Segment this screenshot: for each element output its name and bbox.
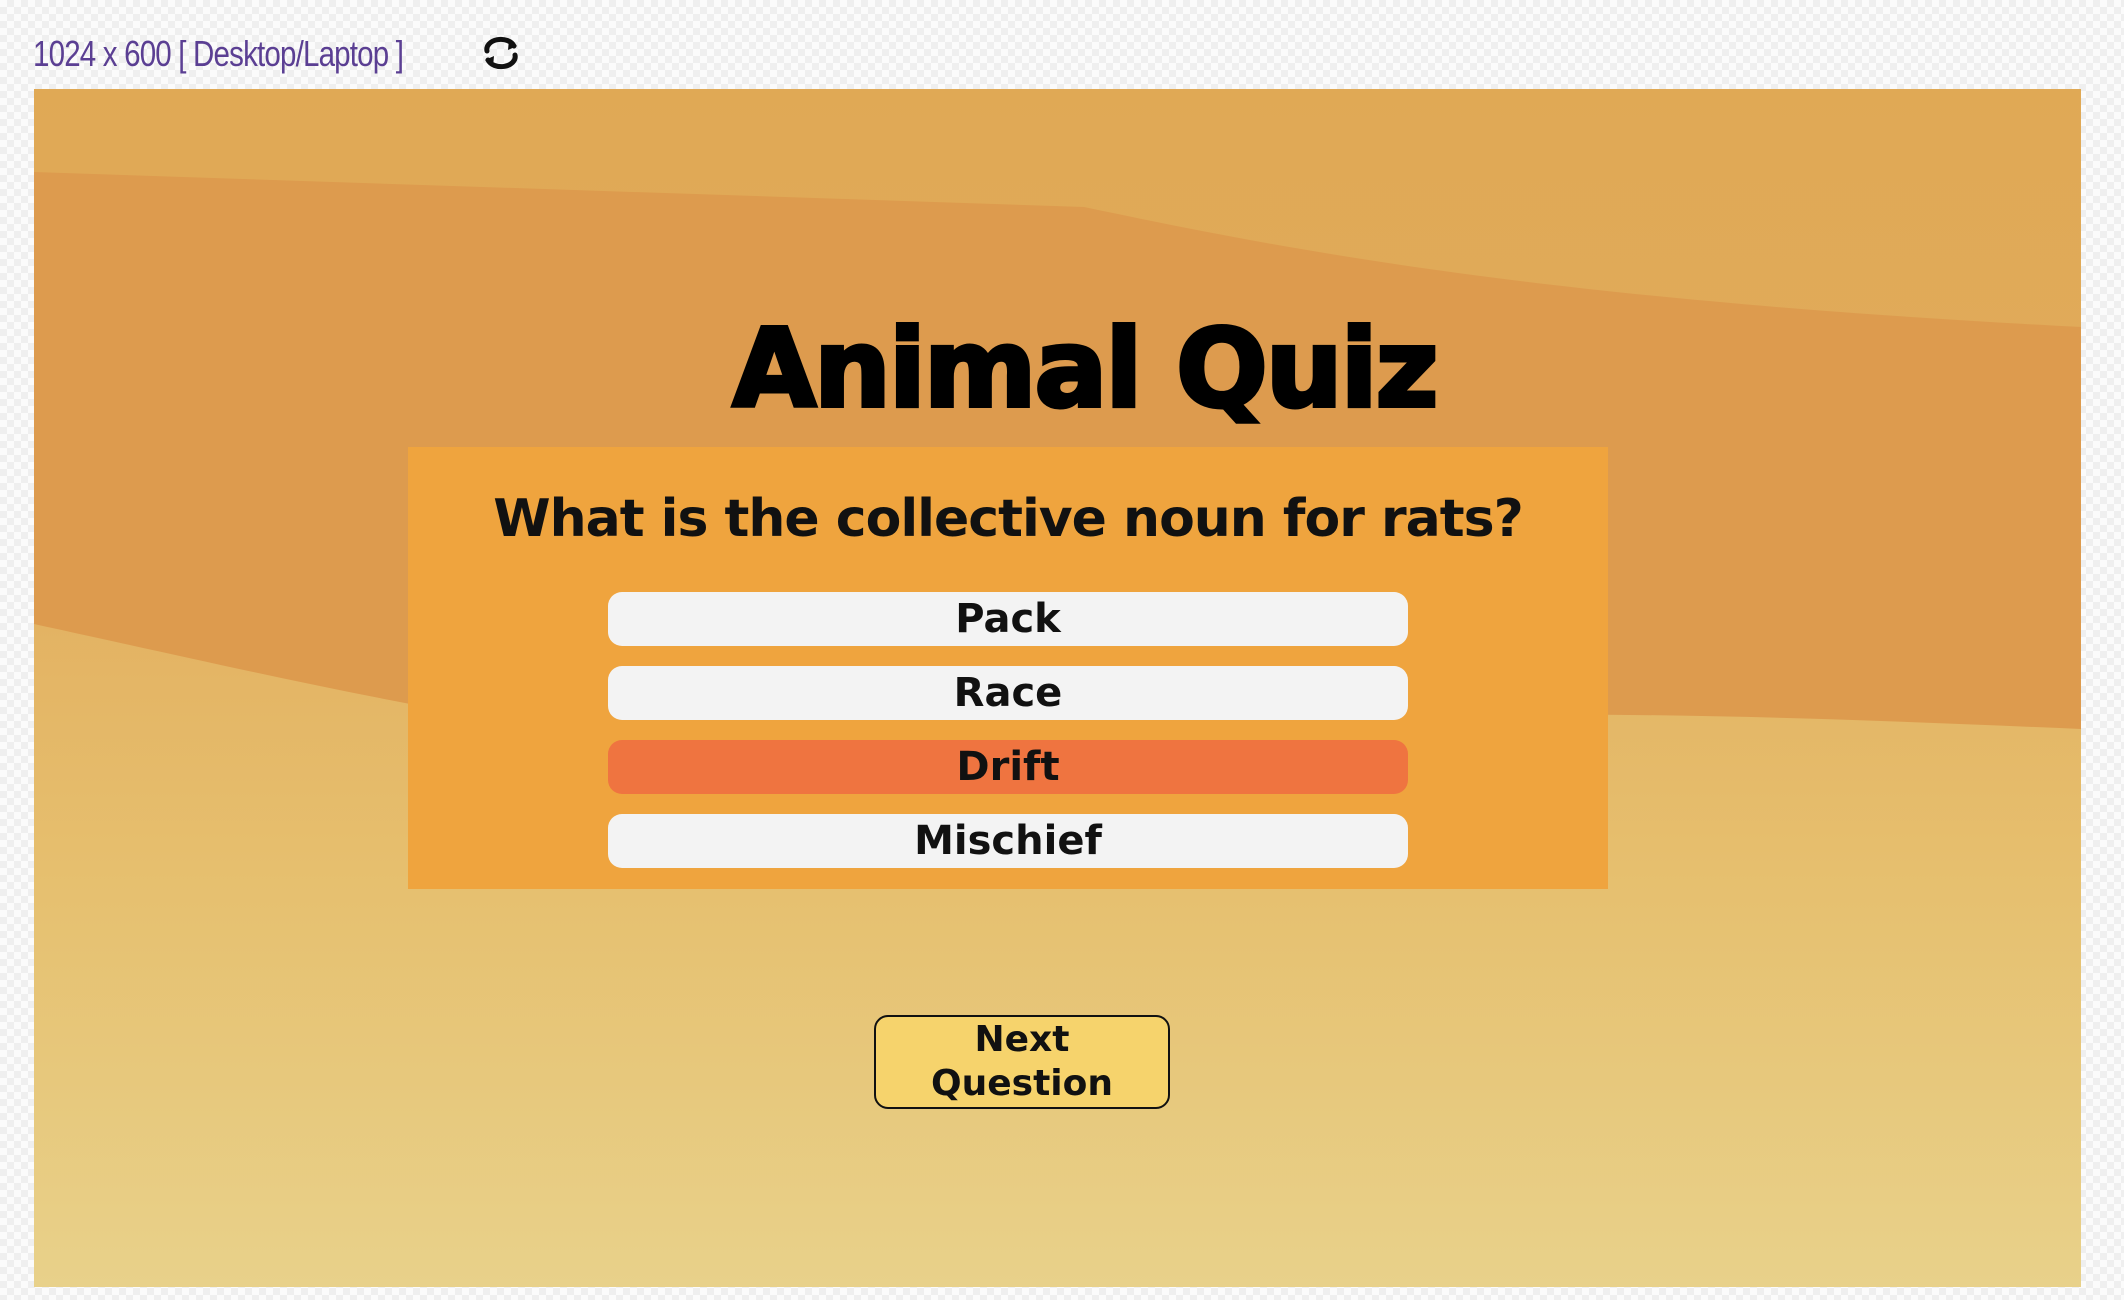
answer-option-race[interactable]: Race	[608, 666, 1408, 720]
answer-option-mischief[interactable]: Mischief	[608, 814, 1408, 868]
quiz-title: Animal Quiz	[730, 305, 1440, 434]
quiz-viewport: Animal Quiz What is the collective noun …	[34, 89, 2081, 1287]
answer-option-pack[interactable]: Pack	[608, 592, 1408, 646]
answer-list: Pack Race Drift Mischief	[608, 592, 1408, 888]
next-question-button[interactable]: Next Question	[874, 1015, 1170, 1109]
device-size-label: 1024 x 600 [ Desktop/Laptop ]	[33, 33, 404, 74]
rotate-icon[interactable]	[478, 30, 524, 76]
question-text: What is the collective noun for rats?	[493, 489, 1523, 549]
answer-option-drift[interactable]: Drift	[608, 740, 1408, 794]
question-card: What is the collective noun for rats? Pa…	[408, 447, 1608, 889]
